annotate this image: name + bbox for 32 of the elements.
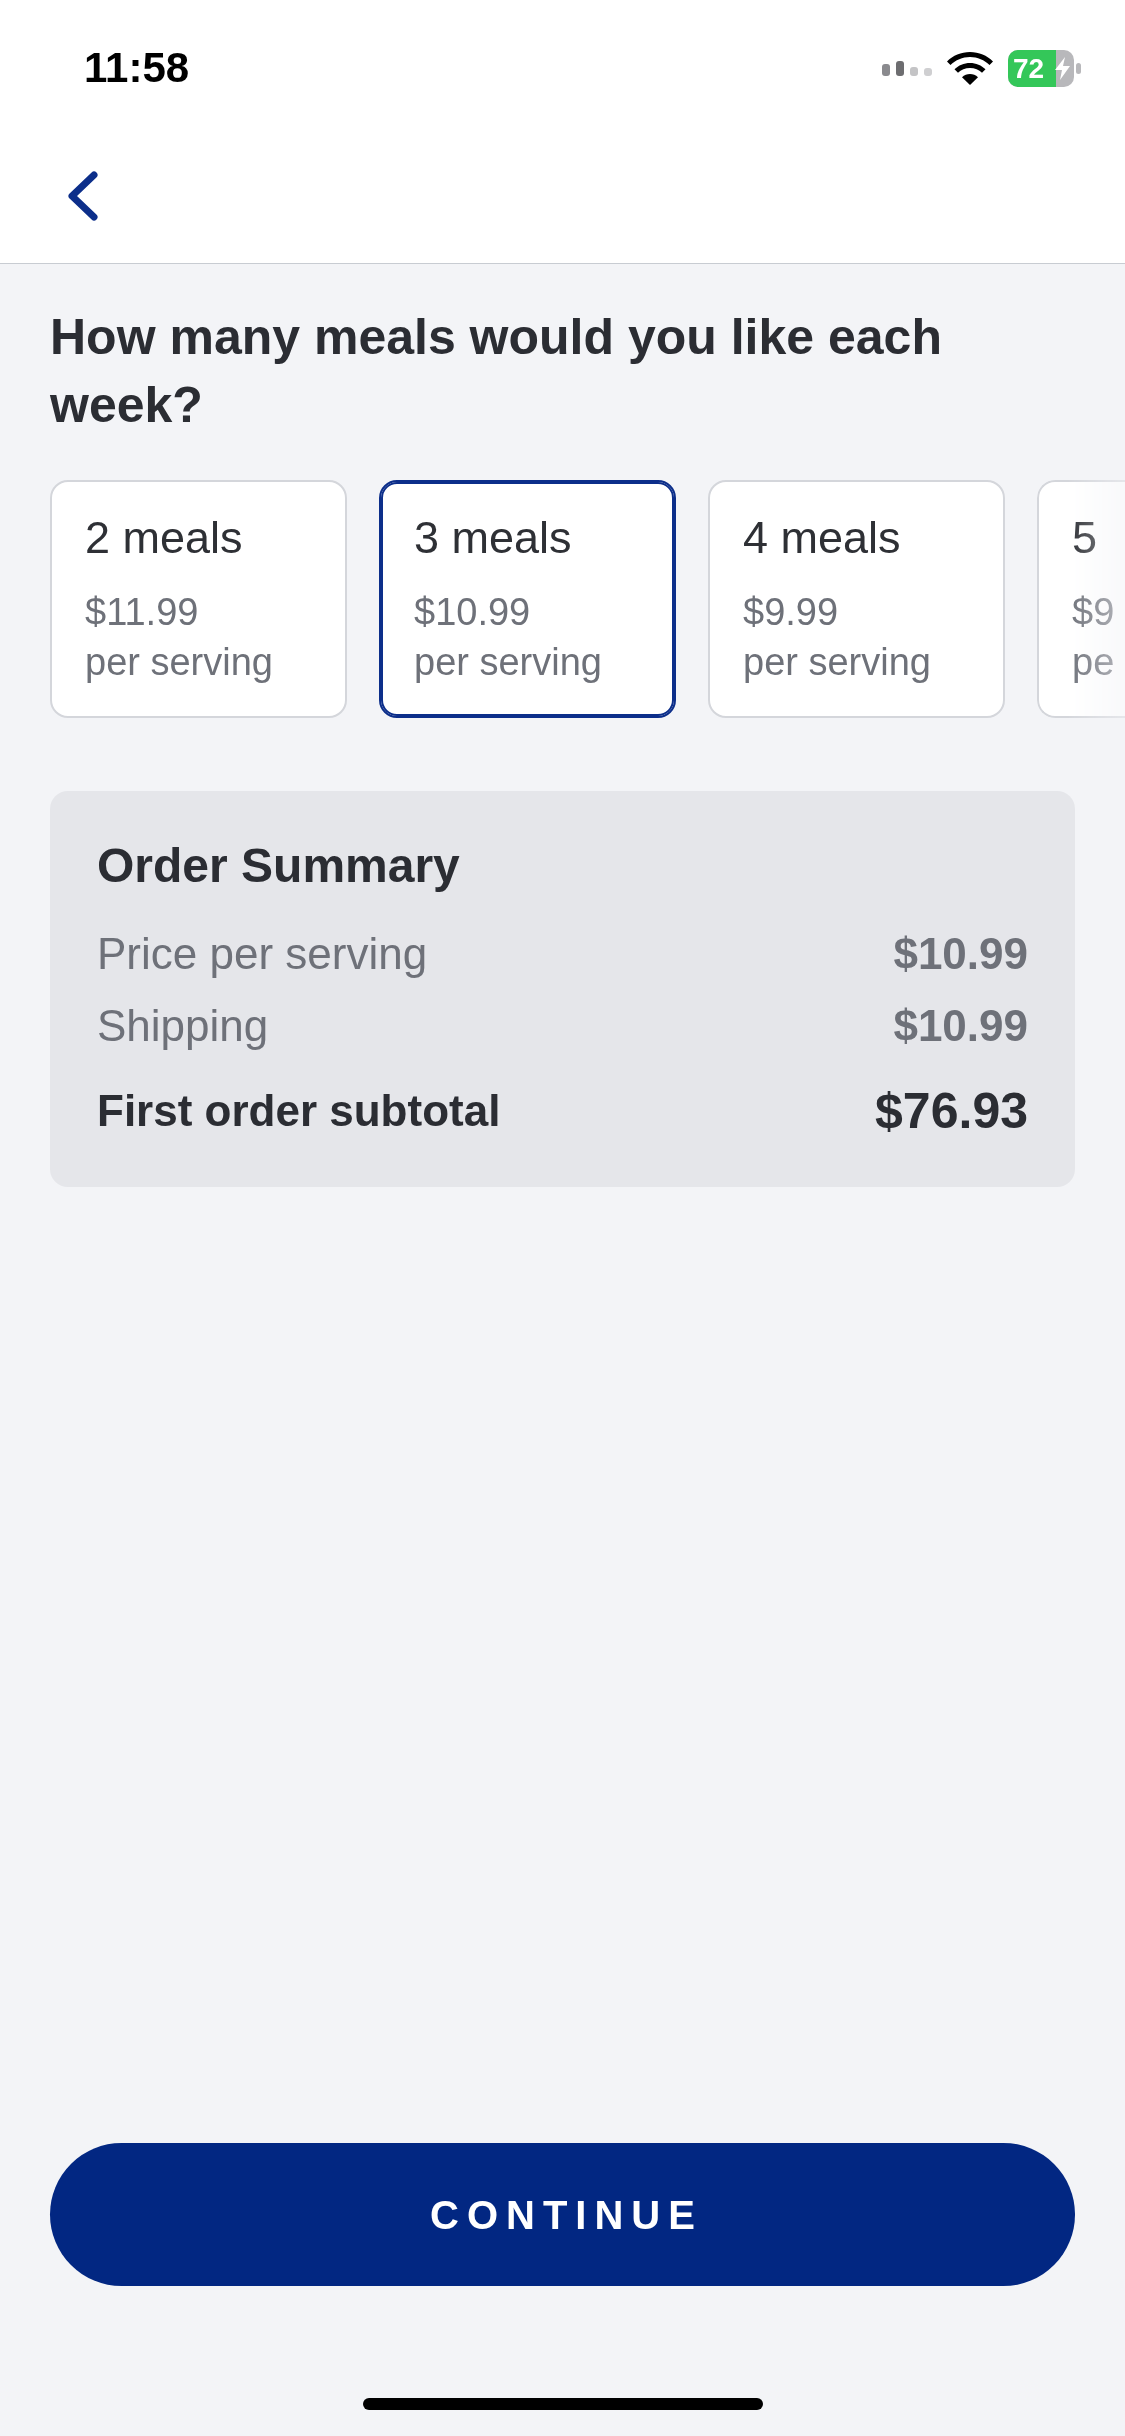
summary-value: $76.93: [875, 1083, 1028, 1139]
price-unit: pe: [1072, 640, 1115, 685]
summary-title: Order Summary: [97, 838, 461, 894]
meal-option-card[interactable]: 4 meals $9.99 per serving: [708, 480, 1005, 718]
meal-price: $9.99: [743, 590, 839, 635]
meal-option-card[interactable]: 3 meals $10.99 per serving: [379, 480, 676, 718]
price-unit: per serving: [414, 640, 602, 685]
summary-label: First order subtotal: [97, 1085, 501, 1137]
meal-count: 3 meals: [414, 514, 572, 562]
battery-icon: [1008, 49, 1082, 87]
cellular-signal-icon: [882, 60, 932, 76]
summary-value: $10.99: [893, 1001, 1028, 1051]
price-unit: per serving: [743, 640, 931, 685]
battery-percentage: 72: [1013, 54, 1045, 82]
question-heading: How many meals would you like each week?: [50, 308, 943, 435]
meal-count: 4 meals: [743, 514, 901, 562]
summary-value: $10.99: [893, 929, 1028, 979]
continue-button[interactable]: CONTINUE: [50, 2143, 1075, 2286]
status-time: 11:58: [84, 47, 190, 89]
meal-price: $10.99: [414, 590, 531, 635]
meal-count: 2 meals: [85, 514, 243, 562]
meal-option-card[interactable]: 2 meals $11.99 per serving: [50, 480, 347, 718]
meal-count: 5: [1072, 514, 1098, 562]
wifi-icon: [947, 51, 993, 85]
summary-label: Price per serving: [97, 929, 428, 979]
back-button[interactable]: [67, 171, 98, 221]
summary-label: Shipping: [97, 1001, 269, 1051]
meal-option-card[interactable]: 5 $9 pe: [1037, 480, 1125, 718]
meal-price: $11.99: [85, 590, 199, 635]
back-chevron-icon: [67, 171, 98, 221]
meal-price: $9: [1072, 590, 1115, 635]
price-unit: per serving: [85, 640, 273, 685]
